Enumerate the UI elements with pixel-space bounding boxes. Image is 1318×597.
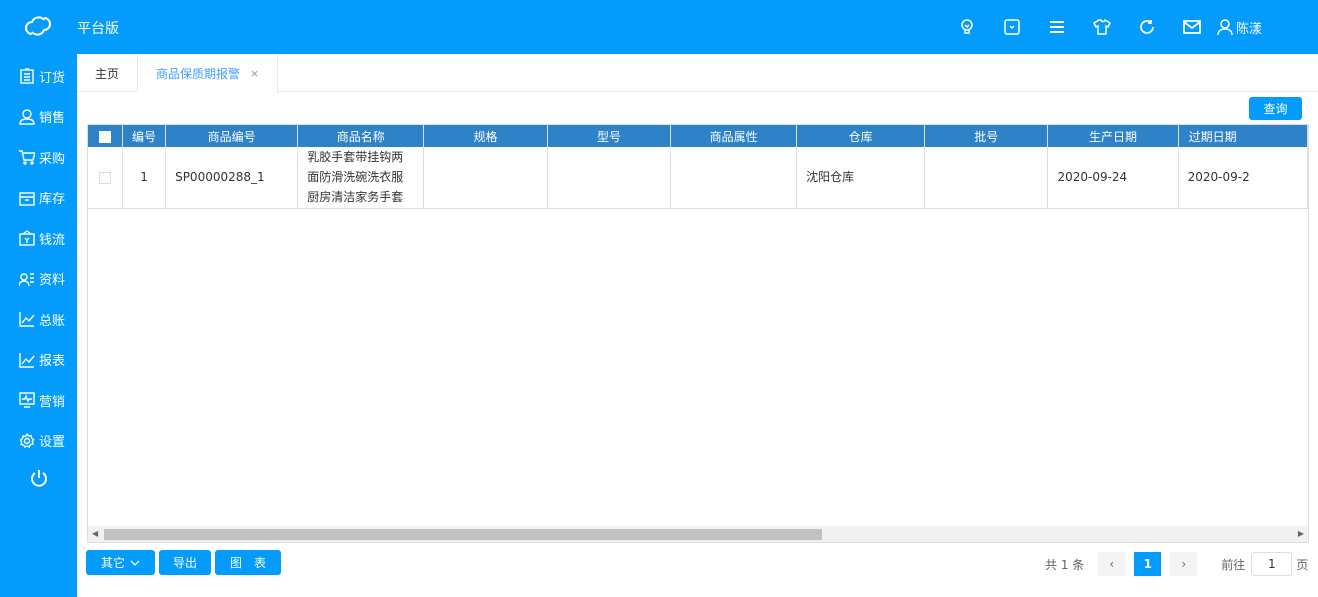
monitor-icon <box>19 392 35 408</box>
box-icon <box>19 192 35 206</box>
horizontal-scrollbar[interactable]: ◀ ▶ <box>88 526 1308 542</box>
close-icon[interactable]: × <box>250 67 259 80</box>
sidebar-item-reports[interactable]: 报表 <box>0 340 77 381</box>
sidebar-item-purchase[interactable]: 采购 <box>0 137 77 178</box>
sidebar-item-inventory[interactable]: 库存 <box>0 178 77 219</box>
next-page-button[interactable]: › <box>1170 552 1198 576</box>
cell-warehouse: 沈阳仓库 <box>796 147 925 209</box>
export-button[interactable]: 导出 <box>159 550 211 575</box>
clipboard-icon <box>20 68 34 84</box>
sidebar-item-ledger[interactable]: 总账 <box>0 299 77 340</box>
scroll-right-icon[interactable]: ▶ <box>1298 529 1304 538</box>
other-dropdown-button[interactable]: 其它 <box>86 550 155 575</box>
col-header[interactable]: 仓库 <box>796 125 925 147</box>
chart-icon <box>19 352 35 368</box>
goto-label: 前往 <box>1221 557 1246 572</box>
tab-expiry-alert[interactable]: 商品保质期报警 × <box>138 54 279 93</box>
brand-title: 平台版 <box>77 21 119 37</box>
sidebar: 订货 销售 采购 库存 钱流 资料 总账 报表 营销 设置 <box>0 54 77 597</box>
tab-bar: 主页 商品保质期报警 × <box>77 54 1318 93</box>
table-header: 编号 商品编号 商品名称 规格 型号 商品属性 仓库 批号 生产日期 过期日期 <box>88 125 1308 147</box>
cell-index: 1 <box>122 147 167 209</box>
col-header[interactable]: 编号 <box>122 125 167 147</box>
cell-production-date: 2020-09-24 <box>1047 147 1179 209</box>
col-header[interactable]: 商品属性 <box>670 125 798 147</box>
total-count: 共 1 条 <box>1045 557 1085 572</box>
cell-product-name: 乳胶手套带挂钩两面防滑洗碗洗衣服厨房清洁家务手套 <box>297 147 425 209</box>
page-suffix: 页 <box>1296 557 1309 572</box>
user-menu[interactable]: 陈漾 <box>1217 18 1262 37</box>
wallet-icon <box>19 230 35 246</box>
col-header[interactable]: 商品名称 <box>297 125 425 147</box>
user-icon <box>1217 19 1233 35</box>
lightbulb-icon[interactable] <box>945 19 990 35</box>
sidebar-item-cashflow[interactable]: 钱流 <box>0 218 77 259</box>
sidebar-item-data[interactable]: 资料 <box>0 259 77 300</box>
col-header[interactable]: 生产日期 <box>1047 125 1179 147</box>
col-header[interactable]: 型号 <box>547 125 672 147</box>
cloud-logo-icon <box>24 14 52 41</box>
sidebar-item-marketing[interactable]: 营销 <box>0 380 77 421</box>
mail-icon[interactable] <box>1170 19 1215 35</box>
chevron-down-icon <box>130 560 140 566</box>
col-header[interactable]: 规格 <box>423 125 548 147</box>
menu-icon[interactable] <box>1035 19 1080 35</box>
col-header[interactable]: 商品编号 <box>165 125 299 147</box>
chart-button[interactable]: 图 表 <box>215 550 281 575</box>
chart-icon <box>19 312 35 327</box>
pagination: 共 1 条 ‹ 1 › 前往 1 页 <box>1045 552 1308 576</box>
shirt-icon[interactable] <box>1080 19 1125 35</box>
tab-home[interactable]: 主页 <box>77 54 139 92</box>
sidebar-item-settings[interactable]: 设置 <box>0 421 77 462</box>
user-icon <box>19 109 35 125</box>
data-table: 编号 商品编号 商品名称 规格 型号 商品属性 仓库 批号 生产日期 过期日期 … <box>88 125 1308 209</box>
page-1-button[interactable]: 1 <box>1134 552 1162 576</box>
power-icon[interactable] <box>0 461 77 487</box>
goto-page-input[interactable]: 1 <box>1251 552 1293 576</box>
data-grid: 编号 商品编号 商品名称 规格 型号 商品属性 仓库 批号 生产日期 过期日期 … <box>87 124 1309 543</box>
col-header[interactable]: 批号 <box>924 125 1049 147</box>
row-checkbox[interactable] <box>88 147 124 209</box>
col-header[interactable]: 过期日期 <box>1178 125 1308 147</box>
sidebar-item-sales[interactable]: 销售 <box>0 97 77 138</box>
scroll-thumb[interactable] <box>104 529 822 540</box>
select-all-checkbox[interactable] <box>88 125 124 147</box>
user-name: 陈漾 <box>1235 21 1262 37</box>
cell-spec <box>423 147 548 209</box>
cart-icon <box>19 150 35 165</box>
contact-card-icon <box>19 273 34 286</box>
query-button[interactable]: 查询 <box>1249 97 1302 120</box>
gear-icon <box>19 432 35 448</box>
cell-attribute <box>670 147 798 209</box>
refresh-icon[interactable] <box>1125 19 1170 35</box>
dropdown-box-icon[interactable] <box>990 19 1035 35</box>
cell-batch <box>924 147 1049 209</box>
top-bar: 平台版 陈漾 <box>0 0 1318 54</box>
prev-page-button[interactable]: ‹ <box>1098 552 1126 576</box>
sidebar-item-order[interactable]: 订货 <box>0 56 77 97</box>
cell-product-code: SP00000288_1 <box>165 147 299 209</box>
cell-expiry-date: 2020-09-2 <box>1178 147 1308 209</box>
cell-model <box>547 147 672 209</box>
scroll-left-icon[interactable]: ◀ <box>92 529 98 538</box>
table-row[interactable]: 1 SP00000288_1 乳胶手套带挂钩两面防滑洗碗洗衣服厨房清洁家务手套 … <box>88 147 1308 209</box>
